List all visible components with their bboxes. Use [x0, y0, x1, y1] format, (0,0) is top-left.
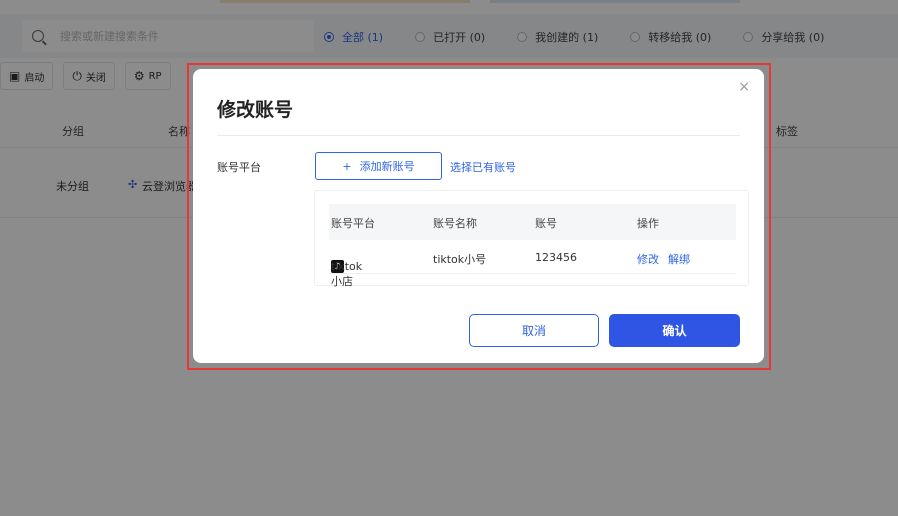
- close-icon[interactable]: ×: [738, 79, 750, 95]
- title-divider: [217, 135, 740, 136]
- plus-icon: +: [342, 159, 352, 173]
- account-table-row: ♪ tiktok小店 tiktok小号 123456 修改 解绑: [329, 240, 736, 288]
- confirm-button[interactable]: 确认: [609, 314, 740, 347]
- row-platform-label: tiktok小店: [331, 260, 363, 288]
- add-new-account-button[interactable]: + 添加新账号: [315, 152, 442, 180]
- account-table-header: 账号平台 账号名称 账号 操作: [329, 204, 736, 240]
- cancel-button[interactable]: 取消: [469, 314, 599, 347]
- row-account-name: tiktok小号: [433, 253, 487, 266]
- select-existing-account-link[interactable]: 选择已有账号: [450, 159, 516, 175]
- row-account: 123456: [535, 251, 577, 264]
- edit-account-dialog: × 修改账号 账号平台 + 添加新账号 选择已有账号 账号平台 账号名称 账号 …: [193, 69, 764, 363]
- account-platform-label: 账号平台: [217, 161, 261, 174]
- edit-link[interactable]: 修改: [637, 251, 659, 267]
- header-platform: 账号平台: [331, 217, 375, 230]
- unbind-link[interactable]: 解绑: [668, 251, 690, 267]
- header-account-name: 账号名称: [433, 217, 477, 230]
- header-actions: 操作: [637, 217, 659, 230]
- dialog-title: 修改账号: [217, 99, 294, 121]
- add-new-account-label: 添加新账号: [359, 160, 415, 173]
- account-table: 账号平台 账号名称 账号 操作 ♪ tiktok小店 tiktok小号 1234…: [314, 190, 749, 288]
- header-account: 账号: [535, 217, 557, 230]
